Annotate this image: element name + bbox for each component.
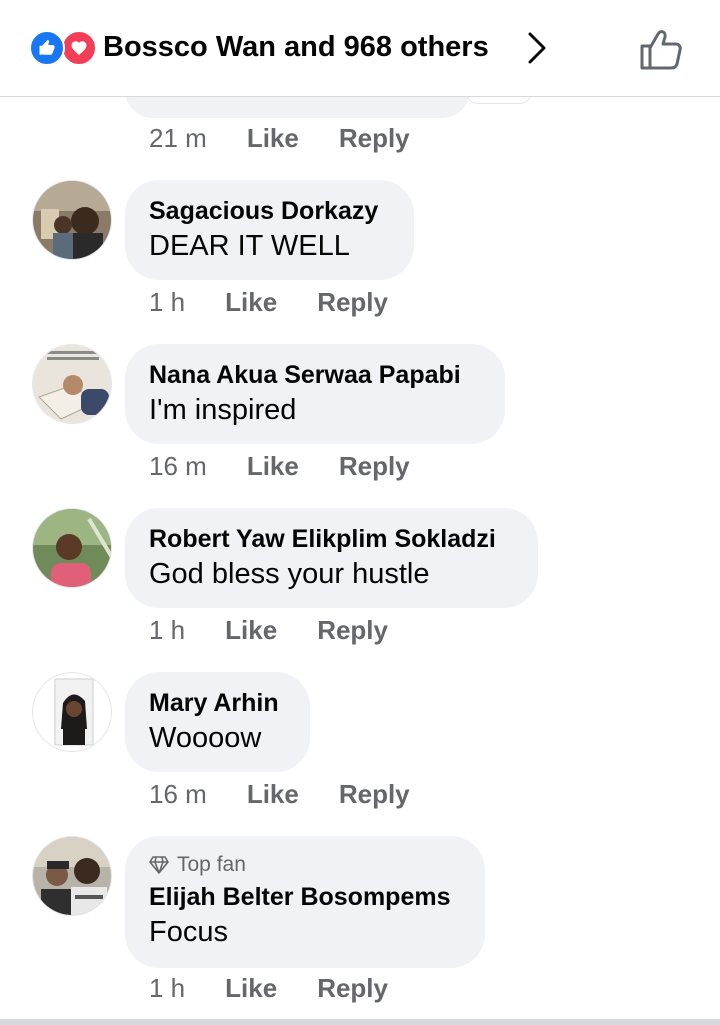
comment-actions: 16 m Like Reply: [149, 451, 410, 482]
comment-text: DEAR IT WELL: [149, 230, 350, 262]
comment-actions: 1 h Like Reply: [149, 287, 388, 318]
reply-link[interactable]: Reply: [339, 123, 410, 154]
like-link[interactable]: Like: [247, 123, 299, 154]
comment-bubble: Top fan Elijah Belter Bosompems Focus: [125, 836, 485, 968]
chevron-right-icon[interactable]: [522, 28, 552, 68]
comment-actions: 1 h Like Reply: [149, 615, 388, 646]
reply-link[interactable]: Reply: [339, 779, 410, 810]
comment-author[interactable]: Robert Yaw Elikplim Sokladzi: [149, 524, 514, 554]
comment-actions: 1 h Like Reply: [149, 973, 388, 1004]
love-reaction-icon: [61, 30, 97, 66]
comment-actions: 21 m Like Reply: [149, 123, 410, 154]
comment-time: 1 h: [149, 615, 186, 645]
comment-bubble: Nana Akua Serwaa Papabi I'm inspired: [125, 344, 505, 444]
comment-text: Focus: [149, 916, 228, 948]
avatar[interactable]: [32, 508, 112, 588]
comment-text: God bless your hustle: [149, 558, 430, 590]
reply-link[interactable]: Reply: [339, 451, 410, 482]
diamond-icon: [149, 856, 169, 874]
comment-text: I'm inspired: [149, 394, 297, 426]
reaction-summary[interactable]: [29, 30, 97, 66]
comment-time: 16 m: [149, 451, 207, 481]
comment-bubble: Mary Arhin Woooow: [125, 672, 310, 772]
comment-bubble: Robert Yaw Elikplim Sokladzi God bless y…: [125, 508, 538, 608]
comment-text: Woooow: [149, 722, 262, 754]
like-link[interactable]: Like: [247, 779, 299, 810]
reactors-title[interactable]: Bossco Wan and 968 others: [103, 31, 489, 64]
comment-bubble: Sagacious Dorkazy DEAR IT WELL: [125, 180, 414, 280]
like-reaction-icon: [29, 30, 65, 66]
top-fan-badge: Top fan: [149, 852, 461, 878]
avatar[interactable]: [32, 836, 112, 916]
badge-label: Top fan: [177, 853, 246, 876]
comment-author[interactable]: Elijah Belter Bosompems: [149, 882, 461, 912]
reactions-header: Bossco Wan and 968 others: [0, 0, 720, 97]
like-link[interactable]: Like: [225, 615, 277, 646]
comment-actions: 16 m Like Reply: [149, 779, 410, 810]
comment-author[interactable]: Nana Akua Serwaa Papabi: [149, 360, 481, 390]
like-link[interactable]: Like: [225, 973, 277, 1004]
comment-time: 1 h: [149, 973, 186, 1003]
avatar[interactable]: [32, 180, 112, 260]
bottom-divider: [0, 1019, 720, 1025]
comment-time: 16 m: [149, 779, 207, 809]
reply-link[interactable]: Reply: [317, 615, 388, 646]
like-link[interactable]: Like: [247, 451, 299, 482]
comment-time: 1 h: [149, 287, 186, 317]
reply-link[interactable]: Reply: [317, 287, 388, 318]
comment-time: 21 m: [149, 123, 207, 153]
avatar[interactable]: [32, 344, 112, 424]
thumbs-up-outline-icon[interactable]: [636, 26, 686, 72]
comment-author[interactable]: Mary Arhin: [149, 688, 286, 718]
avatar[interactable]: [32, 672, 112, 752]
comment-author[interactable]: Sagacious Dorkazy: [149, 196, 390, 226]
like-link[interactable]: Like: [225, 287, 277, 318]
reply-link[interactable]: Reply: [317, 973, 388, 1004]
